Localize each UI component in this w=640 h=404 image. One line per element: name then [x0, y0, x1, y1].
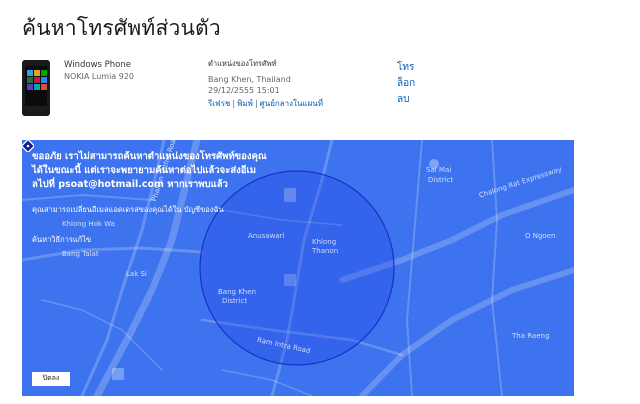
map-label: Thanon	[312, 247, 339, 255]
map-label: Bang Talat	[62, 250, 99, 258]
locate-error-message: ขออภัย เราไม่สามารถค้นหาตำแหน่งของโทรศัพ…	[32, 151, 267, 190]
location-city: Bang Khen, Thailand	[208, 75, 291, 84]
device-info: Windows Phone NOKIA Lumia 920	[22, 58, 222, 118]
map-label: Khlong Hok Wa	[62, 220, 115, 228]
device-name: Windows Phone	[64, 60, 131, 70]
phone-thumbnail	[22, 60, 50, 116]
map-label: Lak Si	[126, 270, 147, 278]
map-label: Anusawari	[248, 232, 285, 240]
refresh-link[interactable]: รีเฟรช	[208, 99, 230, 108]
location-timestamp: 29/12/2555 15:01	[208, 86, 280, 95]
location-links: รีเฟรช | พิมพ์ | ศูนย์กลางในแผนที่	[208, 99, 323, 108]
map-label: O Ngoen	[525, 232, 556, 240]
erase-link[interactable]: ลบ	[397, 92, 415, 108]
center-map-link[interactable]: ศูนย์กลางในแผนที่	[260, 99, 323, 108]
print-link[interactable]: พิมพ์	[237, 99, 253, 108]
device-actions: โทร ล็อก ลบ	[397, 60, 415, 108]
find-solution-link[interactable]: ค้นหาวิธีการแก้ไข	[32, 234, 91, 246]
map-label: Sai Mai	[426, 166, 452, 174]
map-label: Bang Khen	[218, 288, 256, 296]
ring-link[interactable]: โทร	[397, 60, 415, 76]
map-panel[interactable]: Sai Mai District Khlong Hok Wa Bang Tala…	[22, 140, 574, 396]
lock-link[interactable]: ล็อก	[397, 76, 415, 92]
device-model: NOKIA Lumia 920	[64, 72, 135, 81]
map-label: District	[222, 297, 248, 305]
location-heading: ตำแหน่งของโทรศัพท์	[208, 59, 277, 68]
map-label: District	[428, 176, 454, 184]
location-accuracy-circle	[199, 170, 395, 366]
location-info: ตำแหน่งของโทรศัพท์ Bang Khen, Thailand 2…	[208, 58, 378, 110]
map-label: Tha Raeng	[512, 332, 550, 340]
change-email-note: คุณสามารถเปลี่ยนอีเมลแอดเดรสของคุณได้ใน …	[32, 205, 224, 214]
close-button[interactable]: ปิดลง	[32, 372, 70, 386]
page-title: ค้นหาโทรศัพท์ส่วนตัว	[22, 16, 221, 40]
map-label: Khlong	[312, 238, 337, 246]
